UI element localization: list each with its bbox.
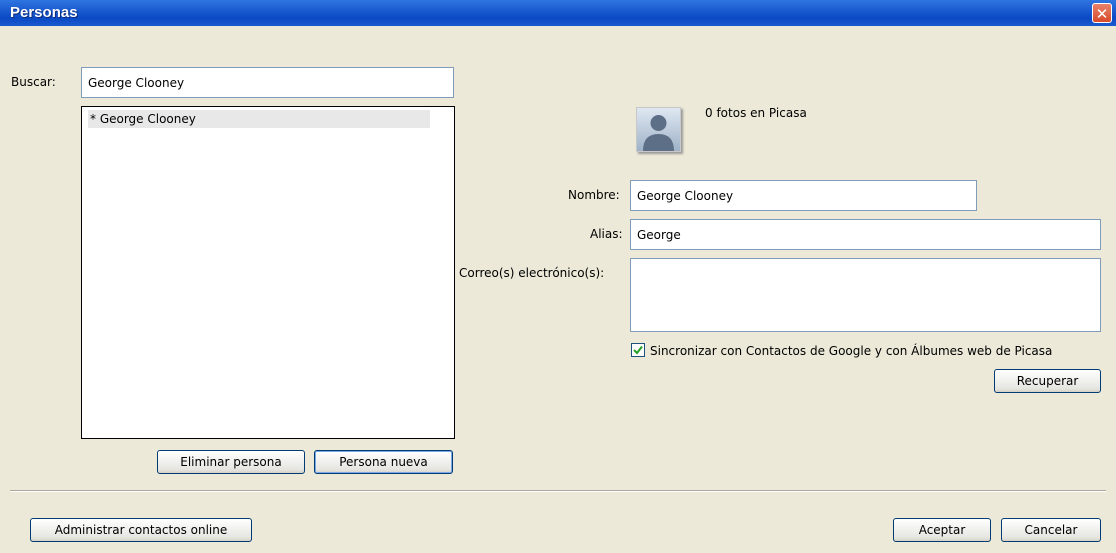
title-bar[interactable]: Personas ✕ — [0, 0, 1116, 26]
close-icon: ✕ — [1095, 5, 1109, 23]
manage-online-contacts-button[interactable]: Administrar contactos online — [30, 518, 252, 542]
list-item[interactable]: * George Clooney — [88, 110, 430, 128]
people-list[interactable]: * George Clooney — [81, 106, 455, 439]
accept-button[interactable]: Aceptar — [893, 518, 991, 542]
delete-person-button[interactable]: Eliminar persona — [157, 450, 305, 474]
people-dialog: Personas ✕ Buscar: * George Clooney Elim… — [0, 0, 1116, 553]
person-silhouette-icon — [643, 115, 674, 151]
new-person-button[interactable]: Persona nueva — [314, 450, 453, 474]
search-label: Buscar: — [11, 75, 56, 89]
name-field[interactable] — [630, 180, 977, 211]
sync-checkbox[interactable] — [631, 343, 645, 357]
name-label: Nombre: — [568, 188, 620, 202]
footer-separator — [10, 490, 1106, 492]
alias-label: Alias: — [590, 227, 623, 241]
email-field[interactable] — [630, 258, 1101, 332]
sync-label[interactable]: Sincronizar con Contactos de Google y co… — [650, 344, 1052, 358]
cancel-button[interactable]: Cancelar — [1001, 518, 1101, 542]
recover-button[interactable]: Recuperar — [994, 369, 1101, 393]
photo-count: 0 fotos en Picasa — [705, 106, 807, 120]
window-title: Personas — [10, 4, 78, 21]
email-label: Correo(s) electrónico(s): — [459, 266, 605, 280]
checkmark-icon — [633, 345, 643, 355]
search-input[interactable] — [81, 67, 454, 98]
avatar — [636, 107, 681, 152]
alias-field[interactable] — [630, 219, 1101, 250]
close-button[interactable]: ✕ — [1092, 3, 1112, 23]
